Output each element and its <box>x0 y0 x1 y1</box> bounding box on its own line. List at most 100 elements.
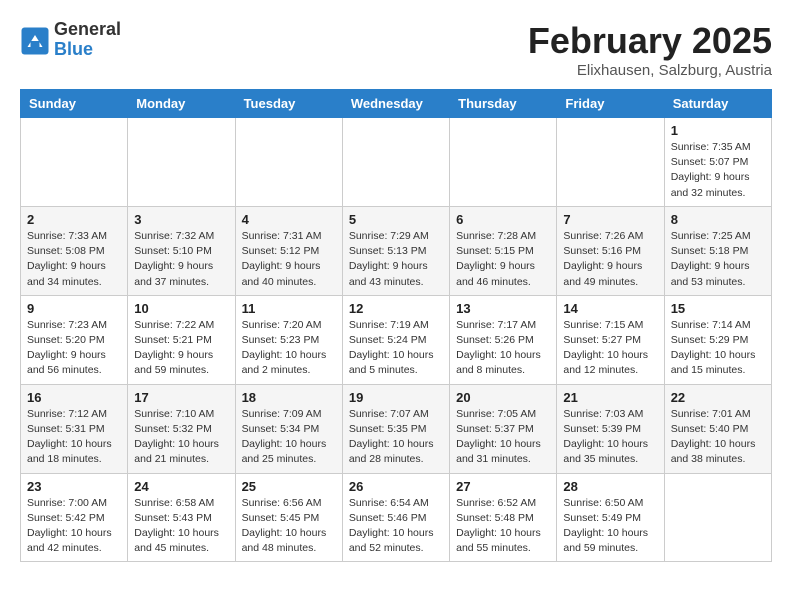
calendar-table: SundayMondayTuesdayWednesdayThursdayFrid… <box>20 89 772 562</box>
day-info: Sunrise: 7:26 AM Sunset: 5:16 PM Dayligh… <box>563 229 657 290</box>
day-number: 26 <box>349 479 443 494</box>
calendar-cell: 1 Sunrise: 7:35 AM Sunset: 5:07 PM Daylig… <box>664 118 771 207</box>
logo-general-text: General <box>54 20 121 40</box>
day-info: Sunrise: 6:54 AM Sunset: 5:46 PM Dayligh… <box>349 496 443 557</box>
logo-blue-text: Blue <box>54 40 121 60</box>
day-number: 17 <box>134 390 228 405</box>
logo-icon <box>20 26 50 56</box>
day-info: Sunrise: 7:14 AM Sunset: 5:29 PM Dayligh… <box>671 318 765 379</box>
day-info: Sunrise: 7:29 AM Sunset: 5:13 PM Dayligh… <box>349 229 443 290</box>
weekday-header-wednesday: Wednesday <box>342 90 449 118</box>
week-row-4: 16 Sunrise: 7:12 AM Sunset: 5:31 PM Dayli… <box>21 384 772 473</box>
day-info: Sunrise: 7:01 AM Sunset: 5:40 PM Dayligh… <box>671 407 765 468</box>
calendar-cell: 18Sunrise: 7:09 AM Sunset: 5:34 PM Dayli… <box>235 384 342 473</box>
calendar-cell <box>664 473 771 562</box>
calendar-cell <box>450 118 557 207</box>
weekday-header-friday: Friday <box>557 90 664 118</box>
day-info: Sunrise: 7:33 AM Sunset: 5:08 PM Dayligh… <box>27 229 121 290</box>
calendar-cell: 14 Sunrise: 7:15 AM Sunset: 5:27 PM Dayli… <box>557 295 664 384</box>
day-number: 9 <box>27 301 121 316</box>
day-number: 15 <box>671 301 765 316</box>
day-number: 14 <box>563 301 657 316</box>
day-number: 7 <box>563 212 657 227</box>
day-number: 4 <box>242 212 336 227</box>
calendar-title: February 2025 <box>528 20 772 62</box>
day-number: 16 <box>27 390 121 405</box>
week-row-2: 2 Sunrise: 7:33 AM Sunset: 5:08 PM Daylig… <box>21 206 772 295</box>
calendar-cell: 20Sunrise: 7:05 AM Sunset: 5:37 PM Dayli… <box>450 384 557 473</box>
day-number: 10 <box>134 301 228 316</box>
day-info: Sunrise: 6:58 AM Sunset: 5:43 PM Dayligh… <box>134 496 228 557</box>
calendar-cell: 26 Sunrise: 6:54 AM Sunset: 5:46 PM Dayli… <box>342 473 449 562</box>
calendar-cell <box>235 118 342 207</box>
weekday-header-thursday: Thursday <box>450 90 557 118</box>
week-row-5: 23 Sunrise: 7:00 AM Sunset: 5:42 PM Dayli… <box>21 473 772 562</box>
day-number: 25 <box>242 479 336 494</box>
calendar-cell: 7 Sunrise: 7:26 AM Sunset: 5:16 PM Daylig… <box>557 206 664 295</box>
calendar-cell: 3 Sunrise: 7:32 AM Sunset: 5:10 PM Daylig… <box>128 206 235 295</box>
calendar-cell: 28 Sunrise: 6:50 AM Sunset: 5:49 PM Dayli… <box>557 473 664 562</box>
calendar-cell <box>21 118 128 207</box>
calendar-cell: 24Sunrise: 6:58 AM Sunset: 5:43 PM Dayli… <box>128 473 235 562</box>
day-info: Sunrise: 7:35 AM Sunset: 5:07 PM Dayligh… <box>671 140 765 201</box>
calendar-cell: 11Sunrise: 7:20 AM Sunset: 5:23 PM Dayli… <box>235 295 342 384</box>
day-info: Sunrise: 7:31 AM Sunset: 5:12 PM Dayligh… <box>242 229 336 290</box>
day-info: Sunrise: 7:05 AM Sunset: 5:37 PM Dayligh… <box>456 407 550 468</box>
logo-text: General Blue <box>54 20 121 60</box>
calendar-cell: 2 Sunrise: 7:33 AM Sunset: 5:08 PM Daylig… <box>21 206 128 295</box>
calendar-cell: 12 Sunrise: 7:19 AM Sunset: 5:24 PM Dayli… <box>342 295 449 384</box>
calendar-cell: 17 Sunrise: 7:10 AM Sunset: 5:32 PM Dayli… <box>128 384 235 473</box>
day-number: 8 <box>671 212 765 227</box>
calendar-cell: 15 Sunrise: 7:14 AM Sunset: 5:29 PM Dayli… <box>664 295 771 384</box>
day-number: 19 <box>349 390 443 405</box>
day-number: 18 <box>242 390 336 405</box>
day-info: Sunrise: 7:17 AM Sunset: 5:26 PM Dayligh… <box>456 318 550 379</box>
calendar-cell: 6Sunrise: 7:28 AM Sunset: 5:15 PM Daylig… <box>450 206 557 295</box>
day-number: 6 <box>456 212 550 227</box>
day-info: Sunrise: 7:23 AM Sunset: 5:20 PM Dayligh… <box>27 318 121 379</box>
calendar-cell: 16 Sunrise: 7:12 AM Sunset: 5:31 PM Dayli… <box>21 384 128 473</box>
weekday-header-monday: Monday <box>128 90 235 118</box>
calendar-cell: 23 Sunrise: 7:00 AM Sunset: 5:42 PM Dayli… <box>21 473 128 562</box>
day-info: Sunrise: 6:52 AM Sunset: 5:48 PM Dayligh… <box>456 496 550 557</box>
calendar-cell <box>557 118 664 207</box>
calendar-cell: 19 Sunrise: 7:07 AM Sunset: 5:35 PM Dayli… <box>342 384 449 473</box>
day-info: Sunrise: 7:10 AM Sunset: 5:32 PM Dayligh… <box>134 407 228 468</box>
day-number: 2 <box>27 212 121 227</box>
day-number: 27 <box>456 479 550 494</box>
day-number: 21 <box>563 390 657 405</box>
day-number: 28 <box>563 479 657 494</box>
day-info: Sunrise: 6:50 AM Sunset: 5:49 PM Dayligh… <box>563 496 657 557</box>
day-info: Sunrise: 7:32 AM Sunset: 5:10 PM Dayligh… <box>134 229 228 290</box>
day-info: Sunrise: 7:00 AM Sunset: 5:42 PM Dayligh… <box>27 496 121 557</box>
day-number: 11 <box>242 301 336 316</box>
day-number: 23 <box>27 479 121 494</box>
day-number: 3 <box>134 212 228 227</box>
calendar-cell: 21 Sunrise: 7:03 AM Sunset: 5:39 PM Dayli… <box>557 384 664 473</box>
day-number: 5 <box>349 212 443 227</box>
weekday-header-tuesday: Tuesday <box>235 90 342 118</box>
day-info: Sunrise: 6:56 AM Sunset: 5:45 PM Dayligh… <box>242 496 336 557</box>
weekday-header-sunday: Sunday <box>21 90 128 118</box>
header: General Blue February 2025 Elixhausen, S… <box>20 20 772 79</box>
day-info: Sunrise: 7:25 AM Sunset: 5:18 PM Dayligh… <box>671 229 765 290</box>
weekday-header-saturday: Saturday <box>664 90 771 118</box>
weekday-header-row: SundayMondayTuesdayWednesdayThursdayFrid… <box>21 90 772 118</box>
calendar-cell: 8 Sunrise: 7:25 AM Sunset: 5:18 PM Daylig… <box>664 206 771 295</box>
day-info: Sunrise: 7:12 AM Sunset: 5:31 PM Dayligh… <box>27 407 121 468</box>
day-number: 12 <box>349 301 443 316</box>
logo: General Blue <box>20 20 121 60</box>
day-info: Sunrise: 7:15 AM Sunset: 5:27 PM Dayligh… <box>563 318 657 379</box>
calendar-cell: 4 Sunrise: 7:31 AM Sunset: 5:12 PM Daylig… <box>235 206 342 295</box>
calendar-cell: 22 Sunrise: 7:01 AM Sunset: 5:40 PM Dayli… <box>664 384 771 473</box>
day-info: Sunrise: 7:03 AM Sunset: 5:39 PM Dayligh… <box>563 407 657 468</box>
day-number: 1 <box>671 123 765 138</box>
calendar-cell: 27 Sunrise: 6:52 AM Sunset: 5:48 PM Dayli… <box>450 473 557 562</box>
calendar-cell <box>128 118 235 207</box>
day-number: 22 <box>671 390 765 405</box>
calendar-cell: 9 Sunrise: 7:23 AM Sunset: 5:20 PM Daylig… <box>21 295 128 384</box>
day-info: Sunrise: 7:19 AM Sunset: 5:24 PM Dayligh… <box>349 318 443 379</box>
calendar-cell: 10Sunrise: 7:22 AM Sunset: 5:21 PM Dayli… <box>128 295 235 384</box>
week-row-1: 1 Sunrise: 7:35 AM Sunset: 5:07 PM Daylig… <box>21 118 772 207</box>
day-info: Sunrise: 7:07 AM Sunset: 5:35 PM Dayligh… <box>349 407 443 468</box>
